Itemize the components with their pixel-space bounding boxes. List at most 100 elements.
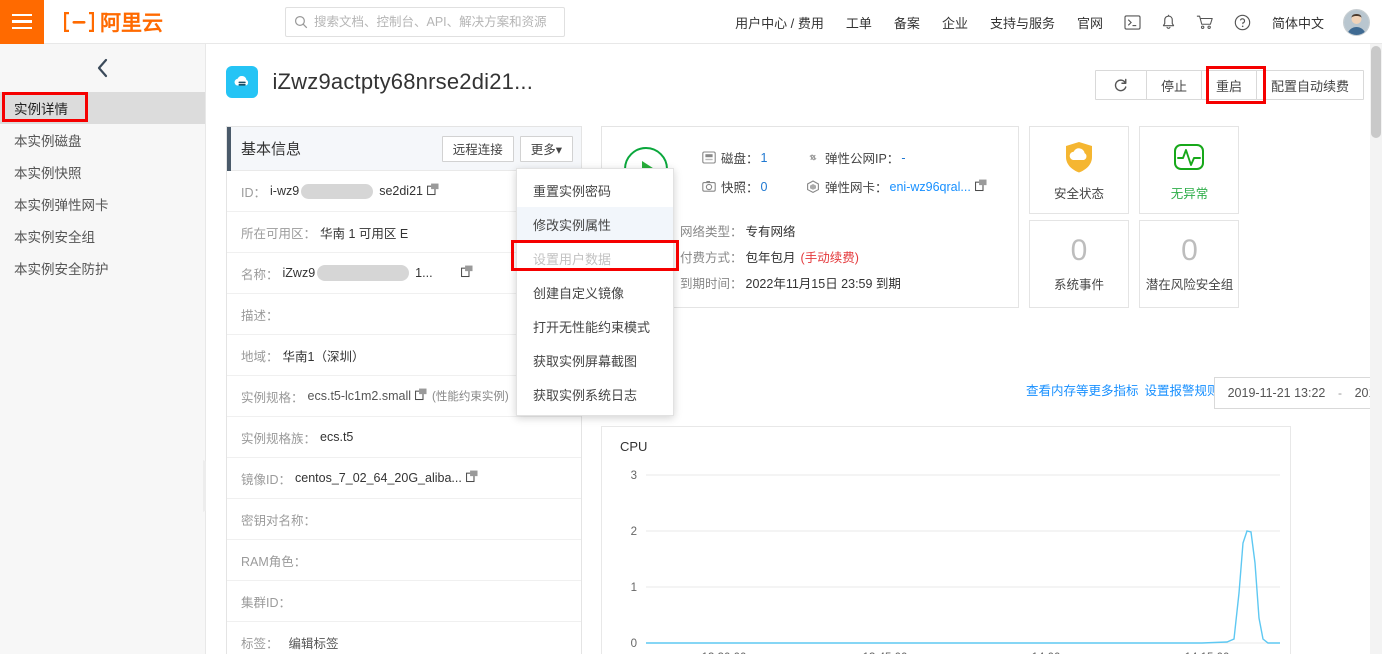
nav-tickets[interactable]: 工单 bbox=[835, 0, 883, 44]
meta-network-type: 网络类型： 专有网络 bbox=[680, 217, 1008, 243]
cart-button[interactable] bbox=[1186, 0, 1224, 44]
restart-button[interactable]: 重启 bbox=[1200, 70, 1257, 100]
language-selector[interactable]: 简体中文 bbox=[1261, 0, 1335, 44]
meta-billing: 付费方式： 包年包月 (手动续费) bbox=[680, 243, 1008, 269]
menu-item-modify-attributes[interactable]: 修改实例属性 bbox=[517, 207, 673, 241]
meta-label: 付费方式： bbox=[680, 250, 743, 265]
copy-icon[interactable] bbox=[415, 388, 428, 404]
more-actions-button[interactable]: 更多▾ bbox=[519, 135, 573, 162]
nav-website[interactable]: 官网 bbox=[1066, 0, 1114, 44]
copy-glyph bbox=[415, 388, 427, 401]
aliyun-logo-icon: 阿里云 bbox=[64, 11, 163, 35]
disk-counter: 磁盘： 1 bbox=[702, 148, 806, 167]
info-value: i-wz9 bbox=[270, 184, 300, 198]
info-row-tags: 标签： 编辑标签 bbox=[227, 622, 581, 654]
tile-label: 安全状态 bbox=[1053, 186, 1104, 201]
terminal-icon bbox=[1124, 14, 1141, 30]
eip-icon bbox=[806, 151, 820, 164]
y-tick-3: 3 bbox=[631, 470, 637, 482]
status-counters: 磁盘： 1 弹性公网IP： - 快照： 0 弹性网卡： eni-wz96qral… bbox=[702, 143, 1008, 201]
info-value: 华南 1 可用区 E bbox=[320, 226, 409, 241]
sidebar-item-security-protection[interactable]: 本实例安全防护 bbox=[0, 252, 205, 284]
search-input[interactable] bbox=[314, 9, 556, 35]
nav-enterprise[interactable]: 企业 bbox=[931, 0, 979, 44]
status-line-snapshot-eni: 快照： 0 弹性网卡： eni-wz96qral... bbox=[702, 172, 1008, 201]
more-metrics-link[interactable]: 查看内存等更多指标 bbox=[1026, 384, 1139, 398]
copy-icon[interactable] bbox=[974, 179, 988, 195]
edit-tags-link[interactable]: 编辑标签 bbox=[289, 633, 339, 652]
sidebar-item-instance-detail[interactable]: 实例详情 bbox=[0, 92, 205, 124]
info-label: 地域： bbox=[241, 349, 279, 364]
info-label: 集群ID： bbox=[241, 595, 292, 610]
more-actions-dropdown: 重置实例密码 修改实例属性 设置用户数据 创建自定义镜像 打开无性能约束模式 获… bbox=[516, 168, 674, 416]
avatar[interactable] bbox=[1343, 8, 1370, 36]
page-title: iZwz9actpty68nrse2di21... bbox=[272, 69, 534, 94]
copy-glyph bbox=[465, 470, 478, 483]
disk-glyph bbox=[702, 151, 716, 164]
meta-value: 包年包月 bbox=[745, 250, 796, 265]
tile-security-status[interactable]: 安全状态 bbox=[1029, 126, 1129, 214]
menu-item-get-screenshot[interactable]: 获取实例屏幕截图 bbox=[517, 343, 673, 377]
instance-type-note: (性能约束实例) bbox=[432, 391, 509, 403]
stop-button[interactable]: 停止 bbox=[1145, 70, 1202, 100]
alarm-rules-link[interactable]: 设置报警规则 bbox=[1145, 384, 1220, 398]
info-value: 华南1（深圳） bbox=[282, 349, 365, 364]
nav-support[interactable]: 支持与服务 bbox=[979, 0, 1066, 44]
snapshot-counter: 快照： 0 bbox=[702, 177, 806, 196]
hexagon-glyph bbox=[807, 180, 819, 193]
copy-icon[interactable] bbox=[427, 183, 440, 199]
global-search[interactable] bbox=[285, 7, 565, 37]
snapshot-icon bbox=[702, 180, 716, 193]
instance-type-link[interactable]: ecs.t5-lc1m2.small bbox=[308, 389, 412, 403]
info-label: 名称： bbox=[241, 267, 279, 282]
menu-item-get-system-log[interactable]: 获取实例系统日志 bbox=[517, 377, 673, 411]
top-nav: 用户中心 / 费用 工单 备案 企业 支持与服务 官网 简体中文 bbox=[724, 0, 1374, 44]
copy-icon[interactable] bbox=[460, 265, 474, 281]
info-label: 所在可用区： bbox=[241, 226, 317, 241]
cloud-shell-button[interactable] bbox=[1114, 0, 1151, 44]
tile-system-events[interactable]: 0 系统事件 bbox=[1029, 220, 1129, 308]
info-label: 镜像ID： bbox=[241, 472, 292, 487]
sidebar-item-disks[interactable]: 本实例磁盘 bbox=[0, 124, 205, 156]
notifications-button[interactable] bbox=[1151, 0, 1186, 44]
remote-connect-button[interactable]: 远程连接 bbox=[441, 135, 514, 162]
sidebar-item-security-groups[interactable]: 本实例安全组 bbox=[0, 220, 205, 252]
eni-link[interactable]: eni-wz96qral... bbox=[890, 180, 971, 194]
sidebar-item-enis[interactable]: 本实例弹性网卡 bbox=[0, 188, 205, 220]
date-range-picker[interactable]: 2019-11-21 13:22 - 2019-11-21 14:22 bbox=[1214, 377, 1382, 409]
sidebar-item-snapshots[interactable]: 本实例快照 bbox=[0, 156, 205, 188]
tile-risky-security-groups[interactable]: 0 潜在风险安全组 bbox=[1139, 220, 1240, 308]
sidebar: 实例详情 本实例磁盘 本实例快照 本实例弹性网卡 本实例安全组 本实例安全防护 bbox=[0, 44, 206, 654]
search-icon bbox=[294, 15, 308, 29]
nav-icp[interactable]: 备案 bbox=[883, 0, 931, 44]
y-tick-1: 1 bbox=[631, 582, 637, 594]
svg-text:阿里云: 阿里云 bbox=[100, 12, 163, 35]
page-scrollbar-thumb[interactable] bbox=[1371, 46, 1381, 138]
help-circle-icon bbox=[1234, 14, 1251, 30]
cpu-chart-card: CPU 3 2 1 0 13:30:00 13:45:00 14:00 14:1… bbox=[601, 426, 1291, 654]
date-range-start[interactable]: 2019-11-21 13:22 bbox=[1215, 386, 1338, 400]
aliyun-logo[interactable]: 阿里云 bbox=[60, 0, 170, 44]
y-tick-2: 2 bbox=[631, 526, 637, 538]
eip-info: 弹性公网IP： - bbox=[806, 148, 905, 167]
sidebar-item-label: 实例详情 bbox=[14, 102, 68, 117]
shopping-cart-icon bbox=[1196, 15, 1213, 30]
menu-item-reset-password[interactable]: 重置实例密码 bbox=[517, 173, 673, 207]
tile-number: 0 bbox=[1070, 233, 1088, 267]
nav-user-center[interactable]: 用户中心 / 费用 bbox=[724, 0, 835, 44]
meta-value: 2022年11月15日 23:59 到期 bbox=[745, 276, 901, 291]
copy-glyph bbox=[974, 179, 987, 191]
tile-no-anomaly[interactable]: 无异常 bbox=[1139, 126, 1240, 214]
tile-number: 0 bbox=[1181, 233, 1198, 267]
sidebar-collapse-button[interactable] bbox=[0, 44, 205, 92]
menu-item-enable-unlimited-mode[interactable]: 打开无性能约束模式 bbox=[517, 309, 673, 343]
monitor-links: 查看内存等更多指标 设置报警规则 bbox=[1026, 380, 1226, 399]
camera-glyph bbox=[702, 181, 716, 192]
auto-renew-button[interactable]: 配置自动续费 bbox=[1255, 70, 1364, 100]
menu-item-create-custom-image[interactable]: 创建自定义镜像 bbox=[517, 275, 673, 309]
hamburger-menu-icon[interactable] bbox=[0, 0, 44, 44]
status-line-disk-eip: 磁盘： 1 弹性公网IP： - bbox=[702, 143, 1008, 172]
refresh-button[interactable] bbox=[1094, 70, 1147, 100]
copy-icon[interactable] bbox=[465, 470, 479, 486]
help-button[interactable] bbox=[1224, 0, 1261, 44]
